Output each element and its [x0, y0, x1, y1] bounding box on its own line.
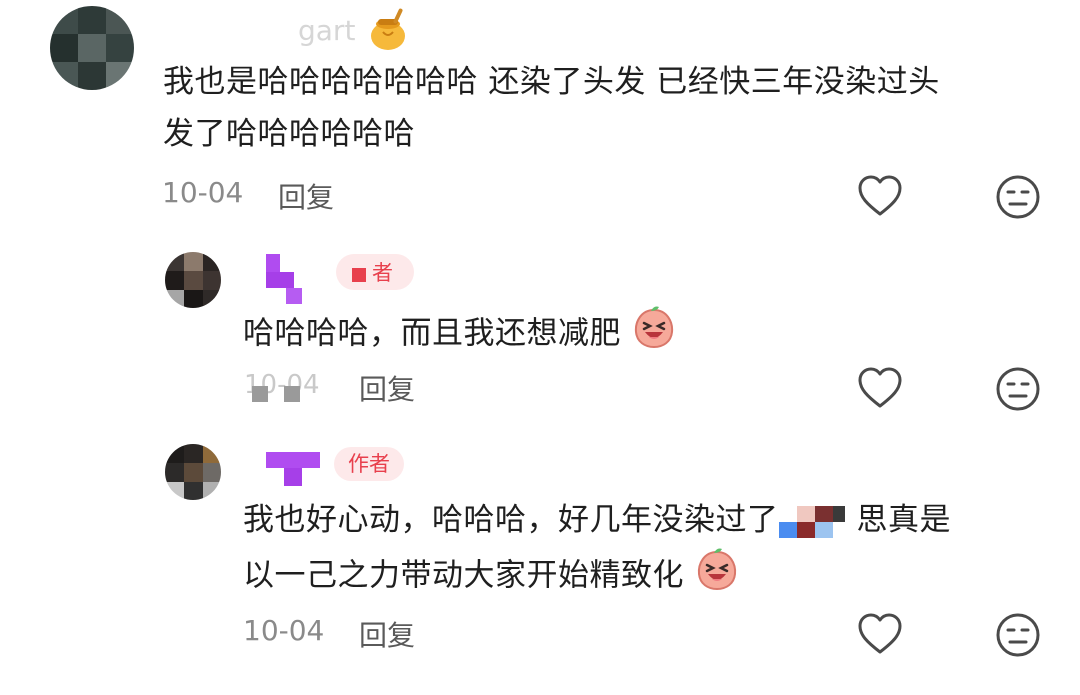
comment-text-line: 哈哈哈哈，而且我还想减肥	[243, 315, 621, 352]
text-obscured	[778, 505, 857, 538]
comment-text: 哈哈哈哈，而且我还想减肥	[243, 304, 677, 366]
badge-label: 者	[372, 261, 393, 285]
username-obscured[interactable]	[266, 452, 320, 492]
reply-button[interactable]: 回复	[359, 368, 415, 408]
reply-button[interactable]: 回复	[278, 176, 334, 216]
comment-text-segment: 思真是	[856, 502, 951, 538]
comment-text-segment: 以一己之力带动大家开始精致化	[243, 557, 684, 594]
comment-text-segment: 我也好心动，哈哈哈，好几年没染过了	[243, 502, 779, 538]
avatar[interactable]	[165, 252, 221, 308]
meh-face-icon[interactable]	[995, 366, 1041, 412]
heart-outline-icon[interactable]	[857, 366, 903, 410]
avatar[interactable]	[165, 444, 221, 500]
comment-text: 我也是哈哈哈哈哈哈哈 还染了头发 已经快三年没染过头 发了哈哈哈哈哈哈	[163, 56, 1043, 160]
heart-outline-icon[interactable]	[857, 612, 903, 656]
comment-date: 10-04	[243, 614, 325, 647]
username-obscured[interactable]	[266, 254, 306, 306]
meh-face-icon[interactable]	[995, 174, 1041, 220]
meh-face-icon[interactable]	[995, 612, 1041, 658]
author-badge: 者	[336, 254, 414, 290]
laughing-peach-icon	[694, 546, 740, 608]
comment-text-line: 我也好心动，哈哈哈，好几年没染过了 思真是	[243, 494, 1043, 546]
username[interactable]: gart	[298, 14, 355, 47]
avatar[interactable]	[50, 6, 134, 90]
comment-text: 我也好心动，哈哈哈，好几年没染过了 思真是 以一己之力带动大家开始精致化	[243, 494, 1043, 608]
badge-obscured	[352, 268, 366, 282]
comment-text-line: 我也是哈哈哈哈哈哈哈 还染了头发 已经快三年没染过头	[163, 64, 940, 100]
reply-button[interactable]: 回复	[359, 614, 415, 654]
comment-date: 10-04	[162, 176, 244, 209]
heart-outline-icon[interactable]	[857, 174, 903, 218]
comment-text-line: 发了哈哈哈哈哈哈	[163, 116, 415, 152]
comment-date-obscured: 10-04	[244, 370, 334, 402]
laughing-peach-icon	[631, 304, 677, 366]
comment-text-line: 以一己之力带动大家开始精致化	[243, 546, 1043, 608]
honey-pot-icon	[365, 6, 411, 56]
author-badge: 作者	[334, 447, 404, 481]
